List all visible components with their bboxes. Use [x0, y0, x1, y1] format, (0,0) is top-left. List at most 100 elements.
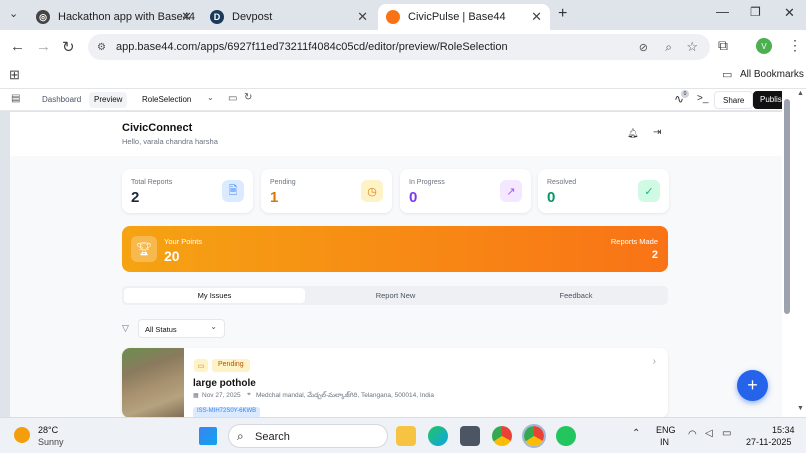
menu-icon[interactable]: ⋮ [788, 37, 802, 54]
trending-up-icon: ↗ [500, 180, 522, 202]
close-icon[interactable]: ✕ [357, 9, 368, 25]
whatsapp-icon[interactable] [556, 426, 576, 446]
omnibox[interactable]: ⚙ app.base44.com/apps/6927f11ed73211f408… [88, 34, 710, 60]
chevron-down-icon[interactable]: ⌄ [207, 93, 214, 102]
dashboard-button[interactable]: Dashboard [42, 95, 81, 104]
close-icon[interactable]: ✕ [181, 9, 192, 25]
extensions-icon[interactable]: ⧉ [718, 37, 728, 54]
address-bar-row: ← → ↻ ⚙ app.base44.com/apps/6927f11ed732… [0, 30, 806, 63]
page-select[interactable]: RoleSelection [142, 95, 191, 104]
reload-icon[interactable]: ↻ [62, 38, 75, 56]
status-badge: Pending [212, 359, 250, 372]
check-circle-icon: ✓ [638, 180, 660, 202]
stat-value: 0 [547, 189, 556, 206]
forward-icon[interactable]: → [36, 38, 51, 55]
share-button[interactable]: Share [714, 91, 754, 109]
file-explorer-icon[interactable] [396, 426, 416, 446]
app-title: CivicConnect [122, 122, 193, 134]
chrome-profile-icon[interactable] [522, 424, 546, 448]
zoom-icon[interactable]: ⌕ [665, 40, 672, 55]
devpost-icon: D [210, 10, 224, 24]
url-text[interactable]: app.base44.com/apps/6927f11ed73211f4084c… [116, 41, 508, 53]
windows-start-icon[interactable] [199, 427, 217, 445]
greeting: Hello, varala chandra harsha [122, 137, 218, 146]
chevron-down-icon: ⌄ [210, 322, 217, 331]
tab-feedback[interactable]: Feedback [486, 288, 666, 303]
restore-icon[interactable]: ❐ [750, 5, 761, 19]
stat-card-resolved: Resolved 0 ✓ [538, 169, 669, 213]
status-filter-value: All Status [145, 325, 177, 334]
issue-card[interactable]: ▭ Pending large pothole ▦ Nov 27, 2025 ⌖… [122, 348, 668, 417]
new-tab-icon[interactable]: + [558, 5, 567, 23]
logout-icon[interactable]: ⇥ [653, 127, 661, 138]
stat-value: 2 [131, 189, 140, 206]
stat-label: In Progress [409, 179, 445, 186]
trophy-icon: 🏆︎ [131, 236, 157, 262]
notif-count-badge: 0 [681, 90, 689, 98]
scroll-up-icon[interactable]: ▲ [797, 90, 804, 97]
add-report-button[interactable]: + [737, 370, 768, 401]
stat-value: 0 [409, 189, 418, 206]
weather-temp[interactable]: 28°C [38, 425, 58, 435]
language-eng[interactable]: ENG [656, 425, 676, 435]
back-icon[interactable]: ← [10, 38, 25, 55]
status-filter-select[interactable]: All Status ⌄ [138, 319, 225, 338]
weather-condition[interactable]: Sunny [38, 437, 64, 447]
taskbar-search[interactable]: ⌕ Search [228, 424, 388, 448]
minimize-icon[interactable]: — [716, 4, 729, 19]
language-in[interactable]: IN [660, 437, 669, 447]
bookmarks-bar: ⊞ ▭ All Bookmarks [0, 63, 806, 89]
edge-icon[interactable] [428, 426, 448, 446]
profile-avatar[interactable]: V [756, 38, 772, 54]
tab-civicpulse[interactable]: CivicPulse | Base44 ✕ [378, 4, 550, 30]
tab-hackathon[interactable]: ◎ Hackathon app with Base44 ✕ [30, 4, 200, 30]
issue-date: Nov 27, 2025 [202, 392, 241, 399]
terminal-icon[interactable]: >_ [697, 93, 708, 104]
camera-off-icon[interactable]: ⊘ [639, 41, 648, 54]
close-icon[interactable]: ✕ [531, 9, 542, 25]
tab-report-new[interactable]: Report New [305, 288, 486, 303]
monitor-icon[interactable]: ▭ [228, 93, 237, 104]
tab-title: Hackathon app with Base44 [58, 11, 195, 23]
wifi-icon[interactable]: ◠ [688, 429, 697, 440]
tab-devpost[interactable]: D Devpost ✕ [204, 4, 376, 30]
tab-search-icon[interactable]: ⌄ [9, 7, 18, 20]
tab-my-issues[interactable]: My Issues [124, 288, 305, 303]
volume-icon[interactable]: ◁ [705, 428, 713, 439]
base44-icon: ◎ [36, 10, 50, 24]
battery-icon[interactable]: ▭ [722, 428, 731, 439]
refresh-icon[interactable]: ↻ [244, 92, 252, 103]
calculator-icon[interactable] [460, 426, 480, 446]
stat-label: Total Reports [131, 179, 173, 186]
browser-tab-bar: ⌄ ◎ Hackathon app with Base44 ✕ D Devpos… [0, 0, 806, 30]
clock-time[interactable]: 15:34 [772, 425, 795, 435]
clock-icon: ◷ [361, 180, 383, 202]
site-info-icon[interactable]: ⚙ [97, 42, 106, 53]
preview-button[interactable]: Preview [89, 92, 128, 108]
issue-title: large pothole [193, 378, 256, 389]
scrollbar-thumb[interactable] [784, 99, 790, 314]
tab-title: CivicPulse | Base44 [408, 11, 506, 23]
apps-grid-icon[interactable]: ⊞ [9, 67, 20, 83]
window-close-icon[interactable]: ✕ [784, 5, 795, 21]
stat-card-total: Total Reports 2 🗎 [122, 169, 253, 213]
search-icon: ⌕ [237, 429, 244, 443]
stat-card-in-progress: In Progress 0 ↗ [400, 169, 531, 213]
bookmark-star-icon[interactable]: ☆ [686, 39, 698, 55]
stat-card-pending: Pending 1 ◷ [261, 169, 392, 213]
app-preview: CivicConnect Hello, varala chandra harsh… [10, 112, 782, 417]
sun-icon [14, 427, 30, 443]
civicpulse-icon [386, 10, 400, 24]
sidebar-toggle-icon[interactable]: ▤ [11, 93, 20, 104]
page-scrollbar[interactable]: ▲ ▼ [782, 89, 806, 417]
app-header: CivicConnect Hello, varala chandra harsh… [10, 112, 782, 156]
clock-date[interactable]: 27-11-2025 [746, 437, 791, 447]
chevron-right-icon[interactable]: › [653, 356, 656, 367]
scroll-down-icon[interactable]: ▼ [797, 405, 804, 412]
tray-chevron-icon[interactable]: ⌃ [632, 428, 640, 439]
bell-icon[interactable]: 🔔︎ [627, 128, 638, 139]
all-bookmarks[interactable]: All Bookmarks [740, 69, 804, 80]
stat-value: 1 [270, 189, 279, 206]
issue-location: Medchal mandal, మేడ్చల్-మల్కాజ్‌గిరి, Te… [256, 392, 434, 399]
chrome-icon[interactable] [492, 426, 512, 446]
